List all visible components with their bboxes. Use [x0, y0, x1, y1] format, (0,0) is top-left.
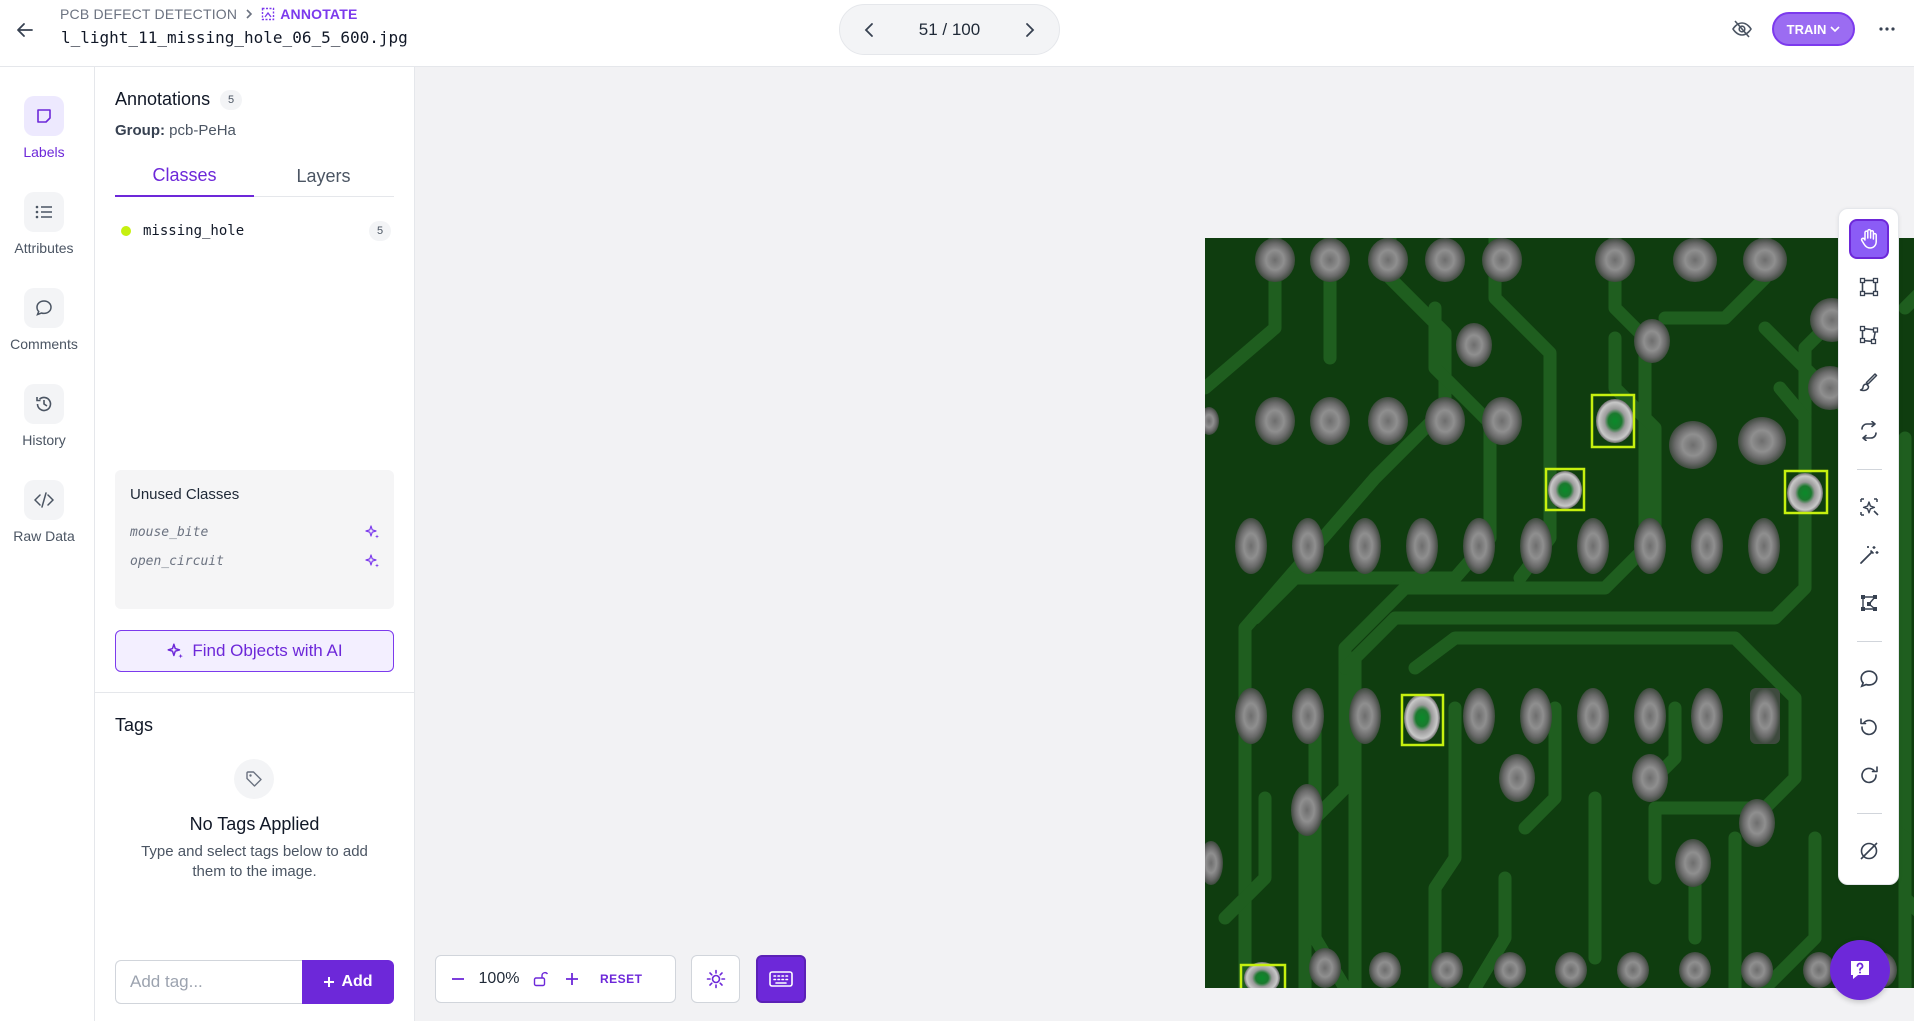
- sparkle-icon[interactable]: [364, 553, 380, 569]
- train-label: TRAIN: [1786, 21, 1827, 37]
- breadcrumb-current-label: ANNOTATE: [280, 6, 358, 22]
- rail-label: Comments: [10, 336, 78, 352]
- top-header: PCB DEFECT DETECTION ANNOTATE l_light_11…: [0, 0, 1914, 67]
- zoom-controls: 100% RESET: [435, 955, 676, 1003]
- pcb-image[interactable]: [1205, 238, 1914, 988]
- class-row-missing-hole[interactable]: missing_hole 5: [121, 219, 391, 243]
- group-line: Group: pcb-PeHa: [115, 122, 236, 139]
- left-nav-rail: Labels Attributes Comments History Raw D…: [0, 67, 95, 1021]
- rail-label: Attributes: [14, 240, 74, 256]
- no-tags-title: No Tags Applied: [189, 814, 320, 834]
- add-tag-input[interactable]: [115, 960, 302, 1004]
- rail-label: Raw Data: [13, 528, 75, 544]
- find-objects-ai-button[interactable]: Find Objects with AI: [115, 630, 394, 672]
- more-options-icon[interactable]: [1874, 16, 1900, 42]
- bounding-box-icon[interactable]: [1849, 267, 1889, 307]
- breadcrumb-project[interactable]: PCB DEFECT DETECTION: [60, 6, 237, 22]
- tool-palette: [1838, 208, 1899, 885]
- magic-wand-icon[interactable]: [1849, 535, 1889, 575]
- brush-icon[interactable]: [1849, 363, 1889, 403]
- annotations-title: Annotations: [115, 89, 211, 109]
- lock-open-icon[interactable]: [524, 963, 556, 995]
- divider: [1857, 469, 1882, 470]
- find-objects-label: Find Objects with AI: [192, 641, 343, 660]
- rail-label: Labels: [23, 144, 65, 160]
- annotations-header: Annotations 5: [115, 89, 243, 110]
- keyboard-shortcuts-button[interactable]: [756, 955, 806, 1003]
- class-count: 5: [369, 221, 391, 241]
- smart-select-icon[interactable]: [1849, 487, 1889, 527]
- annotations-panel: Annotations 5 Group: pcb-PeHa Classes La…: [95, 67, 415, 1021]
- unused-classes-box: Unused Classes mouse_bite open_circuit: [115, 470, 394, 609]
- image-pager: 51 / 100: [839, 4, 1060, 55]
- history-icon: [24, 384, 64, 424]
- rail-item-raw-data[interactable]: Raw Data: [0, 480, 88, 544]
- polygon-icon[interactable]: [1849, 315, 1889, 355]
- label-icon: [24, 96, 64, 136]
- divider: [95, 692, 415, 693]
- help-icon: [1851, 961, 1869, 979]
- chevron-right-icon: [245, 6, 253, 22]
- unused-classes-title: Unused Classes: [130, 486, 240, 503]
- comment-icon: [24, 288, 64, 328]
- tab-classes[interactable]: Classes: [115, 155, 254, 197]
- sparkle-icon: [167, 643, 184, 659]
- train-button[interactable]: TRAIN: [1772, 12, 1855, 46]
- unused-class-name: mouse_bite: [130, 524, 209, 540]
- pan-hand-icon[interactable]: [1849, 219, 1889, 259]
- chevron-down-icon: [1830, 26, 1840, 33]
- annotations-count: 5: [220, 89, 243, 110]
- sun-icon: [706, 969, 725, 989]
- add-tag-button[interactable]: Add: [302, 960, 394, 1004]
- help-chat-button[interactable]: [1830, 940, 1890, 1000]
- image-filename: l_light_11_missing_hole_06_5_600.jpg: [61, 28, 408, 47]
- brightness-button[interactable]: [691, 955, 740, 1003]
- undo-icon[interactable]: [1849, 707, 1889, 747]
- unused-class-row[interactable]: mouse_bite: [130, 524, 380, 540]
- keypoint-icon[interactable]: [1849, 583, 1889, 623]
- plus-icon: [324, 977, 335, 987]
- annotation-canvas[interactable]: 100% RESET: [415, 67, 1914, 1021]
- rail-item-history[interactable]: History: [0, 384, 88, 448]
- rail-item-labels[interactable]: Labels: [0, 96, 88, 160]
- tab-layers[interactable]: Layers: [254, 155, 393, 197]
- annotate-icon: [262, 7, 275, 21]
- add-tag-label: Add: [341, 973, 373, 990]
- reset-zoom-button[interactable]: RESET: [600, 972, 643, 986]
- list-icon: [24, 192, 64, 232]
- zoom-level: 100%: [478, 970, 520, 987]
- rail-label: History: [22, 432, 66, 448]
- divider: [1857, 813, 1882, 814]
- zoom-out-button[interactable]: [442, 963, 474, 995]
- divider: [1857, 641, 1882, 642]
- annotate-app: PCB DEFECT DETECTION ANNOTATE l_light_11…: [0, 0, 1914, 1021]
- zoom-in-button[interactable]: [556, 963, 588, 995]
- tags-title: Tags: [115, 715, 154, 735]
- unused-class-row[interactable]: open_circuit: [130, 553, 380, 569]
- prev-image-button[interactable]: [858, 19, 880, 41]
- redo-icon[interactable]: [1849, 755, 1889, 795]
- group-value: pcb-PeHa: [169, 122, 236, 139]
- class-name: missing_hole: [143, 223, 245, 239]
- hide-annotations-icon[interactable]: [1729, 16, 1755, 42]
- null-annotation-icon[interactable]: [1849, 831, 1889, 871]
- no-tags-subtitle: Type and select tags below to add them t…: [141, 843, 368, 880]
- unused-class-name: open_circuit: [130, 553, 224, 569]
- tag-icon: [234, 759, 274, 799]
- rail-item-comments[interactable]: Comments: [0, 288, 88, 352]
- sparkle-icon[interactable]: [364, 524, 380, 540]
- panel-tabs: Classes Layers: [115, 155, 394, 197]
- rail-item-attributes[interactable]: Attributes: [0, 192, 88, 256]
- code-icon: [24, 480, 64, 520]
- pager-position: 51 / 100: [918, 19, 981, 39]
- comment-tool-icon[interactable]: [1849, 659, 1889, 699]
- next-image-button[interactable]: [1019, 19, 1041, 41]
- back-arrow-icon[interactable]: [12, 17, 38, 43]
- group-label: Group:: [115, 122, 165, 139]
- convert-icon[interactable]: [1849, 411, 1889, 451]
- class-color-dot: [121, 226, 131, 236]
- breadcrumb: PCB DEFECT DETECTION ANNOTATE: [60, 6, 358, 22]
- keyboard-icon: [769, 971, 793, 987]
- breadcrumb-current: ANNOTATE: [261, 6, 357, 22]
